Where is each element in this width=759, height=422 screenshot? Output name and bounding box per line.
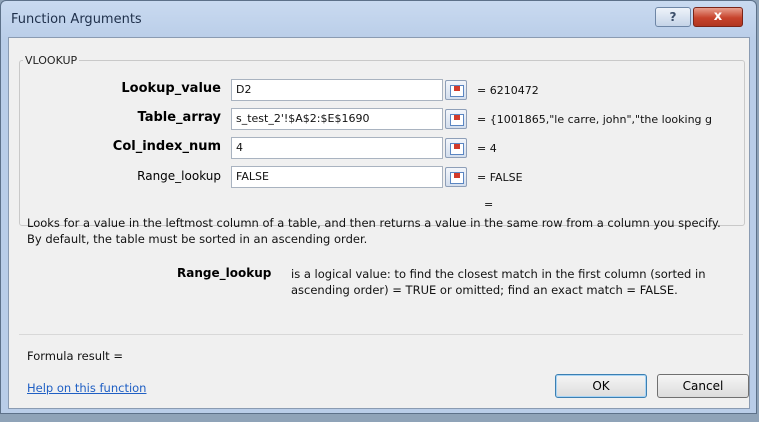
cancel-button[interactable]: Cancel — [657, 374, 749, 398]
table-array-result: = {1001865,"le carre, john","the looking… — [477, 113, 713, 126]
dialog-title: Function Arguments — [11, 12, 142, 27]
formula-result-label: Formula result = — [27, 349, 123, 363]
table-array-ref-button[interactable] — [445, 109, 467, 129]
table-array-input[interactable]: s_test_2'!$A$2:$E$1690 — [231, 108, 443, 130]
title-bar[interactable]: Function Arguments ? x — [1, 1, 756, 35]
collapse-arrow-icon — [454, 115, 460, 120]
close-button[interactable]: x — [693, 7, 743, 27]
collapse-arrow-icon — [454, 86, 460, 91]
col-index-num-input[interactable]: 4 — [231, 137, 443, 159]
arg-label-lookup-value: Lookup_value — [121, 81, 221, 96]
function-name-label: VLOOKUP — [23, 54, 80, 67]
range-lookup-input[interactable]: FALSE — [231, 166, 443, 188]
range-lookup-ref-button[interactable] — [445, 167, 467, 187]
close-icon: x — [713, 9, 723, 24]
col-index-num-ref-button[interactable] — [445, 138, 467, 158]
help-on-function-link[interactable]: Help on this function — [27, 381, 146, 395]
question-icon: ? — [669, 10, 677, 24]
arg-label-range-lookup: Range_lookup — [137, 169, 221, 183]
col-index-num-result: = 4 — [477, 142, 497, 155]
ok-button[interactable]: OK — [555, 374, 647, 398]
function-result-preview: = — [484, 198, 494, 211]
collapse-arrow-icon — [454, 144, 460, 149]
arg-label-table-array: Table_array — [137, 110, 221, 125]
function-description: Looks for a value in the leftmost column… — [27, 215, 755, 247]
dialog-body: VLOOKUP Lookup_value D2 = 6210472 Table_… — [8, 37, 750, 409]
divider — [19, 334, 743, 335]
description-line-2: By default, the table must be sorted in … — [27, 232, 368, 246]
range-lookup-result: = FALSE — [477, 171, 523, 184]
collapse-arrow-icon — [454, 173, 460, 178]
help-button[interactable]: ? — [655, 7, 691, 27]
lookup-value-ref-button[interactable] — [445, 80, 467, 100]
function-arguments-dialog: Function Arguments ? x VLOOKUP Lookup_va… — [0, 0, 757, 414]
arg-label-col-index-num: Col_index_num — [112, 139, 221, 154]
argument-description-name: Range_lookup — [177, 266, 272, 280]
lookup-value-result: = 6210472 — [477, 84, 539, 97]
lookup-value-input[interactable]: D2 — [231, 79, 443, 101]
description-line-1: Looks for a value in the leftmost column… — [27, 216, 721, 230]
argument-description-text: is a logical value: to find the closest … — [291, 267, 706, 297]
